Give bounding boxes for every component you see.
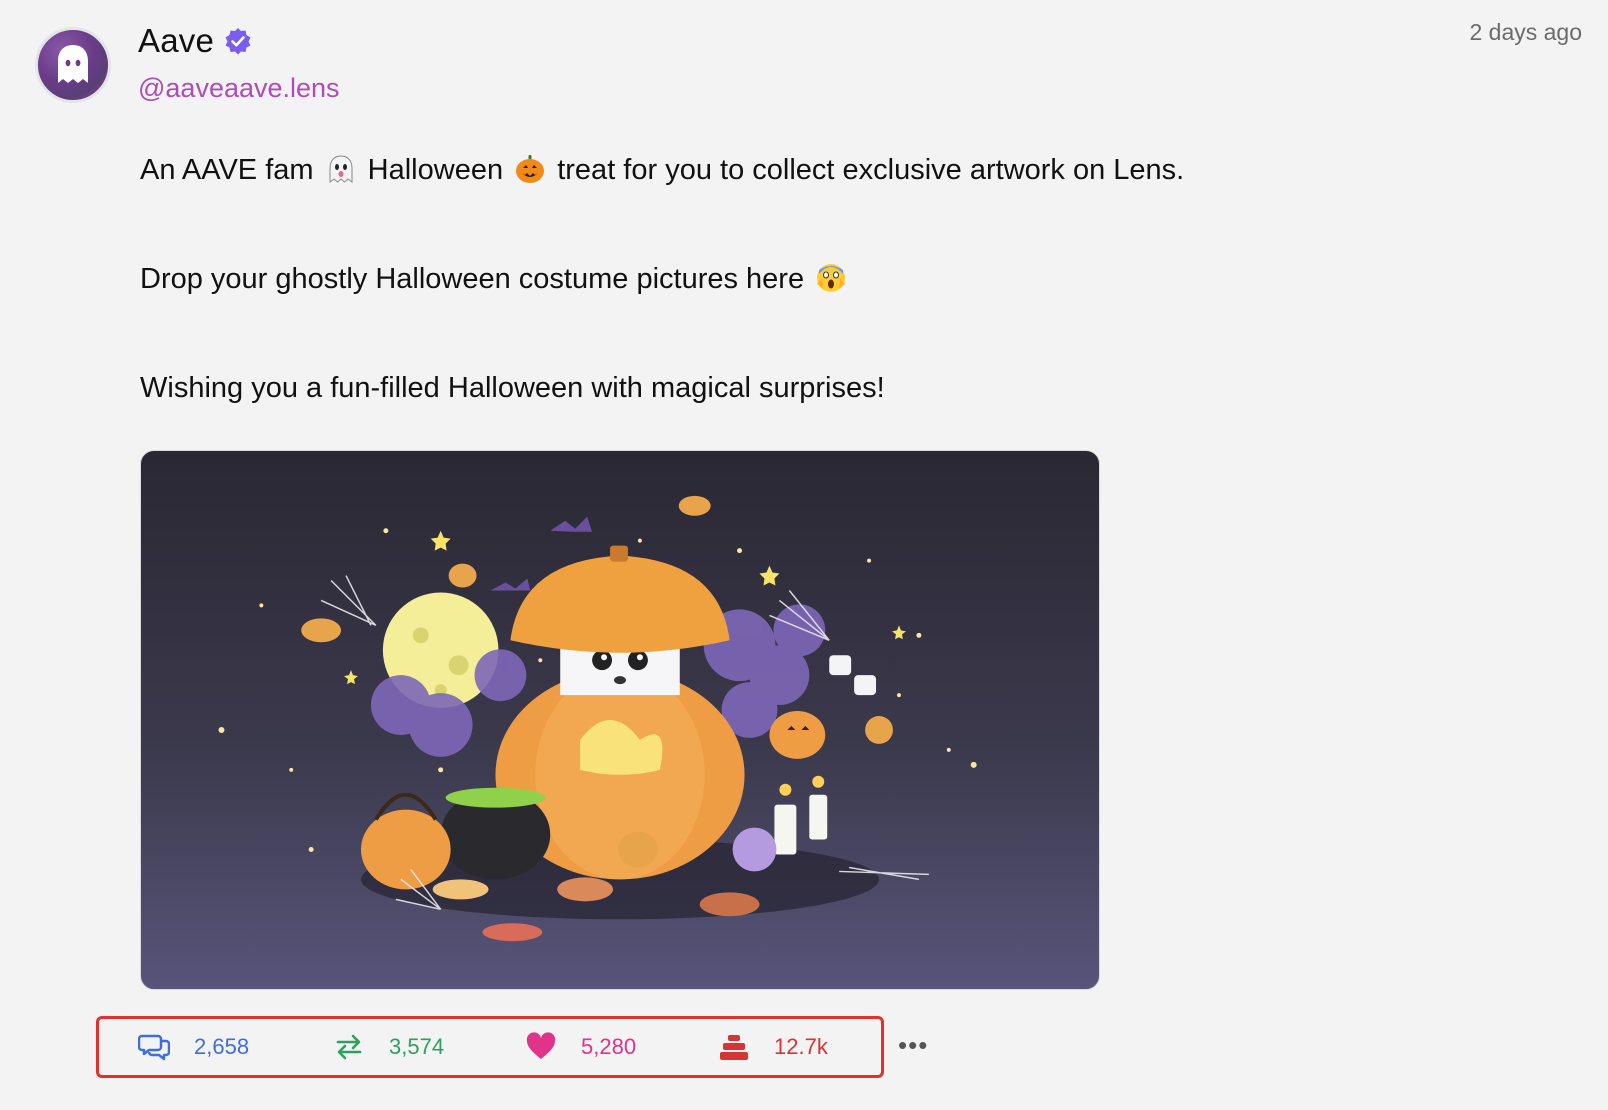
jack-o-lantern-emoji-icon: [516, 155, 545, 183]
mirror-button[interactable]: 3,574: [333, 1031, 444, 1063]
scream-emoji-icon: [817, 264, 846, 292]
collect-count: 12.7k: [774, 1034, 828, 1059]
post-body: An AAVE fam Halloween treat for you to c…: [140, 152, 1490, 479]
comment-button[interactable]: 2,658: [138, 1031, 249, 1063]
ghost-logo-icon: [58, 45, 88, 83]
mirror-icon: [336, 1034, 362, 1060]
author-avatar[interactable]: [35, 27, 111, 103]
text-segment: An AAVE fam: [140, 154, 314, 186]
post-card: Aave @aaveaave.lens 2 days ago An AAVE f…: [0, 0, 1608, 1110]
mirror-count: 3,574: [389, 1034, 445, 1059]
post-line-1: An AAVE fam Halloween treat for you to c…: [140, 152, 1490, 188]
post-line-2: Drop your ghostly Halloween costume pict…: [140, 261, 1490, 297]
halloween-artwork-illustration: [218, 495, 977, 942]
author-name-row: Aave: [138, 22, 252, 60]
text-segment: Halloween: [367, 154, 504, 186]
comment-icon: [138, 1034, 170, 1061]
post-timestamp[interactable]: 2 days ago: [1469, 19, 1582, 46]
author-handle[interactable]: @aaveaave.lens: [138, 73, 340, 104]
comment-count: 2,658: [194, 1034, 250, 1059]
post-image[interactable]: [140, 450, 1100, 990]
author-name[interactable]: Aave: [138, 22, 214, 60]
collect-button[interactable]: 12.7k: [718, 1031, 828, 1063]
heart-icon: [526, 1032, 556, 1059]
like-count: 5,280: [581, 1034, 637, 1059]
text-segment: Drop your ghostly Halloween costume pict…: [140, 263, 805, 295]
more-options-button[interactable]: •••: [898, 1030, 928, 1061]
verified-badge-icon: [225, 28, 251, 55]
collect-icon: [720, 1035, 748, 1060]
like-button[interactable]: 5,280: [525, 1031, 636, 1063]
ghost-emoji-icon: [329, 155, 353, 183]
text-segment: treat for you to collect exclusive artwo…: [557, 154, 1185, 186]
post-line-3: Wishing you a fun-filled Halloween with …: [140, 372, 885, 404]
